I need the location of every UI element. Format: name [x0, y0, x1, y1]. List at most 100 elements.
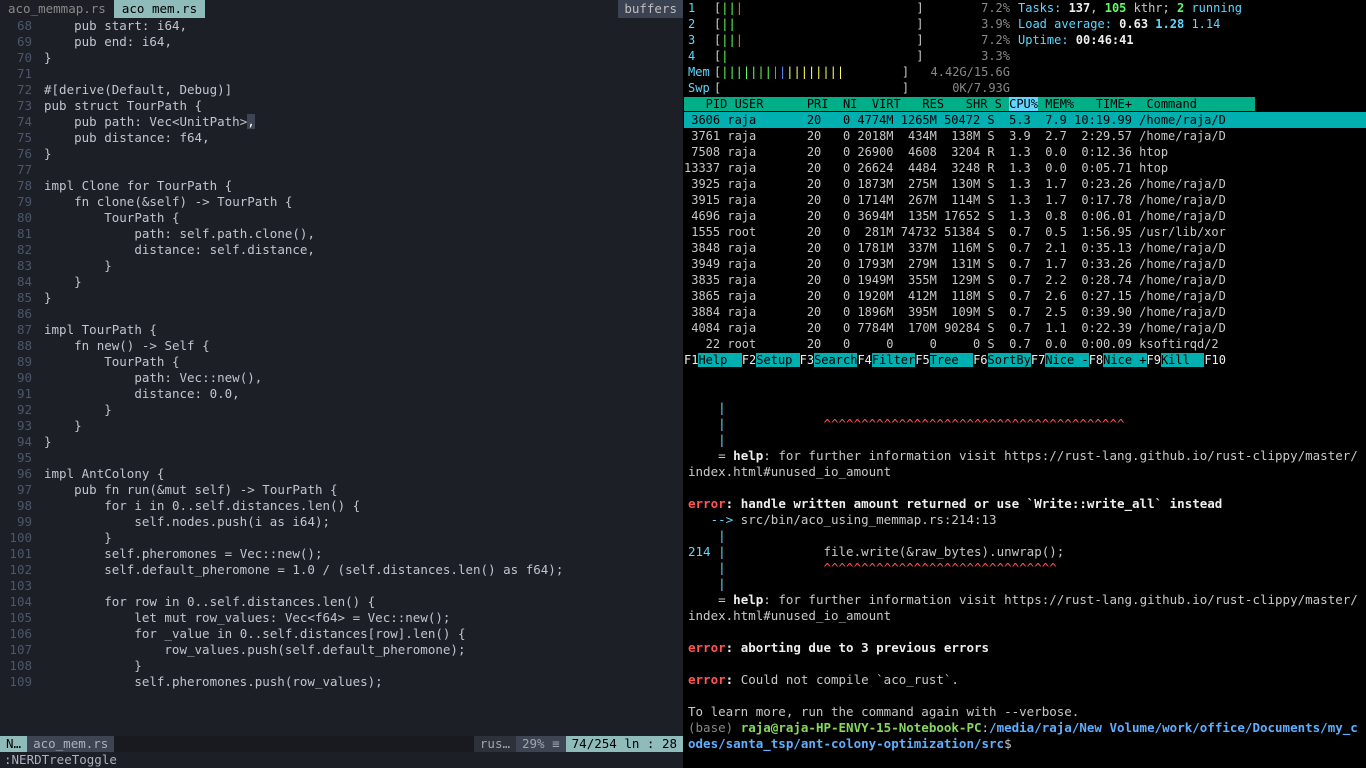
process-row[interactable]: 3865 raja 20 0 1920M 412M 118M S 0.7 2.6… [684, 288, 1366, 304]
term-line [688, 656, 1362, 672]
code-line[interactable]: 104 for row in 0..self.distances.len() { [4, 594, 683, 610]
process-row[interactable]: 3925 raja 20 0 1873M 275M 130M S 1.3 1.7… [684, 176, 1366, 192]
code-line[interactable]: 93 } [4, 418, 683, 434]
code-line[interactable]: 100 } [4, 530, 683, 546]
term-line: | [688, 432, 1362, 448]
term-line: error: handle written amount returned or… [688, 496, 1362, 512]
code-line[interactable]: 105 let mut row_values: Vec<f64> = Vec::… [4, 610, 683, 626]
code-line[interactable]: 102 self.default_pheromone = 1.0 / (self… [4, 562, 683, 578]
terminal-pane[interactable]: | | ^^^^^^^^^^^^^^^^^^^^^^^^^^^^^^^^^^^^… [684, 398, 1366, 768]
term-line: To learn more, run the command again wit… [688, 704, 1362, 720]
code-line[interactable]: 82 distance: self.distance, [4, 242, 683, 258]
process-row[interactable]: 1555 root 20 0 281M 74732 51384 S 0.7 0.… [684, 224, 1366, 240]
process-row[interactable]: 3606 raja 20 0 4774M 1265M 50472 S 5.3 7… [684, 112, 1366, 128]
term-line: = help: for further information visit ht… [688, 448, 1362, 480]
status-mode: N… [0, 736, 27, 752]
status-bar: N… aco_mem.rs rus… 29% ≡ 74/254 ln : 28 [0, 736, 683, 752]
code-line[interactable]: 85} [4, 290, 683, 306]
process-row[interactable]: 22 root 20 0 0 0 0 S 0.7 0.0 0:00.09 kso… [684, 336, 1366, 352]
code-line[interactable]: 73pub struct TourPath { [4, 98, 683, 114]
process-row[interactable]: 3761 raja 20 0 2018M 434M 138M S 3.9 2.7… [684, 128, 1366, 144]
code-line[interactable]: 108 } [4, 658, 683, 674]
code-line[interactable]: 68 pub start: i64, [4, 18, 683, 34]
code-line[interactable]: 107 row_values.push(self.default_pheromo… [4, 642, 683, 658]
command-line[interactable]: :NERDTreeToggle [0, 752, 683, 768]
code-line[interactable]: 90 path: Vec::new(), [4, 370, 683, 386]
code-line[interactable]: 75 pub distance: f64, [4, 130, 683, 146]
code-line[interactable]: 72#[derive(Default, Debug)] [4, 82, 683, 98]
code-line[interactable]: 98 for i in 0..self.distances.len() { [4, 498, 683, 514]
status-position: 74/254 ln : 28 [566, 736, 683, 752]
process-row[interactable]: 4696 raja 20 0 3694M 135M 17652 S 1.3 0.… [684, 208, 1366, 224]
code-line[interactable]: 96impl AntColony { [4, 466, 683, 482]
buffers-label[interactable]: buffers [618, 0, 683, 18]
tab-bar: aco_memmap.rs aco mem.rs buffers [0, 0, 683, 18]
code-line[interactable]: 79 fn clone(&self) -> TourPath { [4, 194, 683, 210]
code-line[interactable]: 94} [4, 434, 683, 450]
process-row[interactable]: 4084 raja 20 0 7784M 170M 90284 S 0.7 1.… [684, 320, 1366, 336]
tab-active[interactable]: aco mem.rs [114, 0, 205, 18]
term-line [688, 624, 1362, 640]
cpu-bar: 3[||| ]7.2% [688, 32, 1010, 48]
process-row[interactable]: 3848 raja 20 0 1781M 337M 116M S 0.7 2.1… [684, 240, 1366, 256]
term-line [688, 688, 1362, 704]
status-file: aco_mem.rs [27, 736, 114, 752]
code-line[interactable]: 69 pub end: i64, [4, 34, 683, 50]
right-column: 1[||| ]7.2%2[|| ]3.9%3[||| ]7.2%4[| ]3.3… [683, 0, 1366, 768]
status-filetype: rus… [474, 736, 516, 752]
process-row[interactable]: 7508 raja 20 0 26900 4608 3204 R 1.3 0.0… [684, 144, 1366, 160]
code-line[interactable]: 76} [4, 146, 683, 162]
code-line[interactable]: 88 fn new() -> Self { [4, 338, 683, 354]
term-line: (base) raja@raja-HP-ENVY-15-Notebook-PC:… [688, 720, 1362, 752]
code-line[interactable]: 86 [4, 306, 683, 322]
code-line[interactable]: 103 [4, 578, 683, 594]
code-line[interactable]: 109 self.pheromones.push(row_values); [4, 674, 683, 690]
code-line[interactable]: 80 TourPath { [4, 210, 683, 226]
code-line[interactable]: 83 } [4, 258, 683, 274]
code-line[interactable]: 97 pub fn run(&mut self) -> TourPath { [4, 482, 683, 498]
cpu-bar: 1[||| ]7.2% [688, 0, 1010, 16]
code-area[interactable]: 68 pub start: i64,69 pub end: i64,70}717… [0, 18, 683, 736]
term-line [688, 480, 1362, 496]
htop-pane[interactable]: 1[||| ]7.2%2[|| ]3.9%3[||| ]7.2%4[| ]3.3… [684, 0, 1366, 398]
process-row[interactable]: 3915 raja 20 0 1714M 267M 114M S 1.3 1.7… [684, 192, 1366, 208]
term-line: 214 | file.write(&raw_bytes).unwrap(); [688, 544, 1362, 560]
htop-meters: 1[||| ]7.2%2[|| ]3.9%3[||| ]7.2%4[| ]3.3… [684, 0, 1014, 96]
code-line[interactable]: 95 [4, 450, 683, 466]
code-line[interactable]: 87impl TourPath { [4, 322, 683, 338]
code-line[interactable]: 91 distance: 0.0, [4, 386, 683, 402]
code-line[interactable]: 92 } [4, 402, 683, 418]
term-line: = help: for further information visit ht… [688, 592, 1362, 624]
code-line[interactable]: 99 self.nodes.push(i as i64); [4, 514, 683, 530]
swp-bar: Swp[ ]0K/7.93G [688, 80, 1010, 96]
process-list[interactable]: 3606 raja 20 0 4774M 1265M 50472 S 5.3 7… [684, 112, 1366, 352]
code-line[interactable]: 106 for _value in 0..self.distances[row]… [4, 626, 683, 642]
code-line[interactable]: 81 path: self.path.clone(), [4, 226, 683, 242]
term-line: | ^^^^^^^^^^^^^^^^^^^^^^^^^^^^^^^ [688, 560, 1362, 576]
term-line: | [688, 400, 1362, 416]
cpu-bar: 4[| ]3.3% [688, 48, 1010, 64]
code-line[interactable]: 70} [4, 50, 683, 66]
term-line: | ^^^^^^^^^^^^^^^^^^^^^^^^^^^^^^^^^^^^^^… [688, 416, 1362, 432]
term-line: | [688, 528, 1362, 544]
code-line[interactable]: 89 TourPath { [4, 354, 683, 370]
code-line[interactable]: 84 } [4, 274, 683, 290]
htop-fkeys[interactable]: F1Help F2Setup F3SearchF4FilterF5Tree F6… [684, 352, 1366, 368]
htop-meta: Tasks: 137, 105 kthr; 2 running Load ave… [1014, 0, 1366, 96]
htop-header[interactable]: PID USER PRI NI VIRT RES SHR S CPU% MEM%… [684, 96, 1366, 112]
code-line[interactable]: 101 self.pheromones = Vec::new(); [4, 546, 683, 562]
tab-inactive[interactable]: aco_memmap.rs [0, 0, 114, 18]
code-line[interactable]: 78impl Clone for TourPath { [4, 178, 683, 194]
process-row[interactable]: 13337 raja 20 0 26624 4484 3248 R 1.3 0.… [684, 160, 1366, 176]
mem-bar: Mem[||||||||||||||||| ]4.42G/15.6G [688, 64, 1010, 80]
editor-pane: aco_memmap.rs aco mem.rs buffers 68 pub … [0, 0, 683, 768]
term-line: --> src/bin/aco_using_memmap.rs:214:13 [688, 512, 1362, 528]
status-percent: 29% ≡ [516, 736, 566, 752]
process-row[interactable]: 3949 raja 20 0 1793M 279M 131M S 0.7 1.7… [684, 256, 1366, 272]
code-line[interactable]: 77 [4, 162, 683, 178]
code-line[interactable]: 74 pub path: Vec<UnitPath>, [4, 114, 683, 130]
code-line[interactable]: 71 [4, 66, 683, 82]
process-row[interactable]: 3884 raja 20 0 1896M 395M 109M S 0.7 2.5… [684, 304, 1366, 320]
term-line: | [688, 576, 1362, 592]
process-row[interactable]: 3835 raja 20 0 1949M 355M 129M S 0.7 2.2… [684, 272, 1366, 288]
